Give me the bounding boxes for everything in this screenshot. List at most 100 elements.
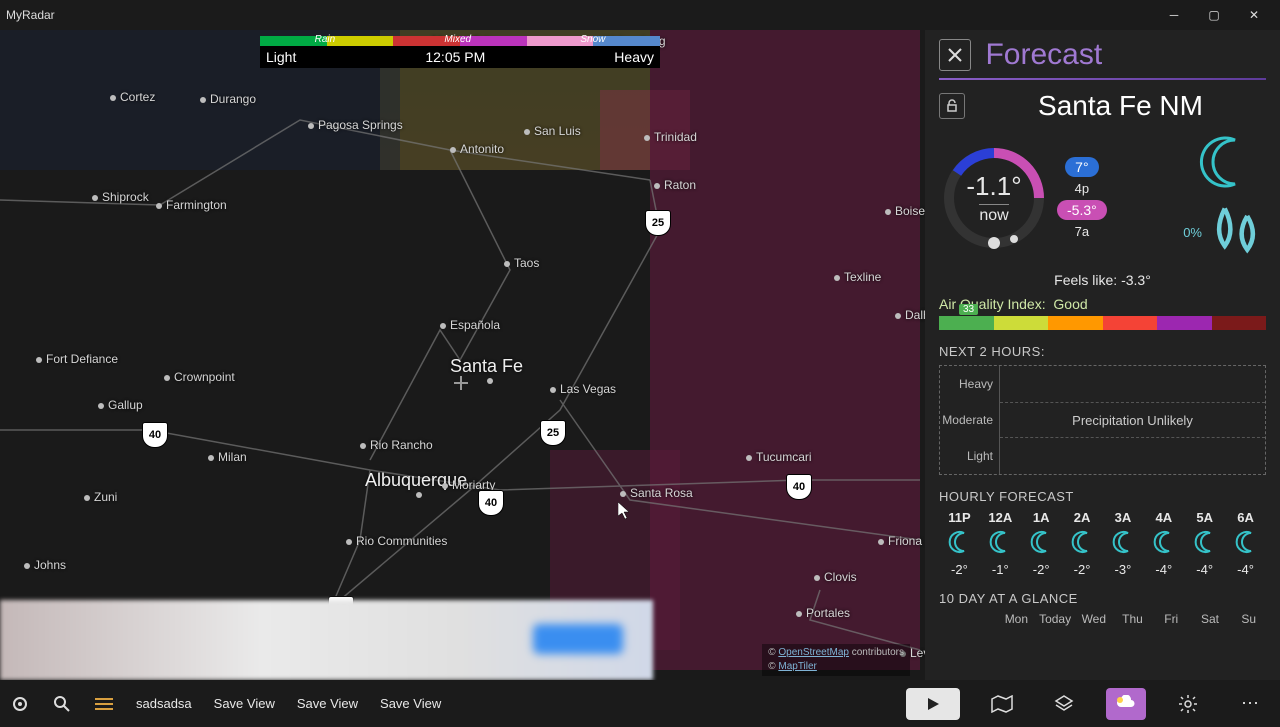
ad-banner[interactable] (0, 600, 653, 680)
city-label: Cortez (110, 90, 155, 104)
tenday-day[interactable]: Thu (1115, 612, 1150, 626)
city-label: Friona (878, 534, 922, 548)
highway-shield: 40 (142, 422, 168, 448)
city-label: Rio Communities (346, 534, 447, 548)
locate-button[interactable] (10, 694, 30, 714)
lo-temp: -5.3° (1057, 200, 1107, 220)
now-label: now (979, 204, 1008, 225)
city-label: San Luis (524, 124, 581, 138)
legend-light: Light (266, 49, 296, 65)
city-label: Milan (208, 450, 247, 464)
highway-shield: 25 (645, 210, 671, 236)
city-label: Shiprock (92, 190, 149, 204)
save-view-3[interactable]: Save View (380, 696, 441, 711)
city-label: Crownpoint (164, 370, 235, 384)
layers-tab[interactable] (1044, 688, 1084, 720)
play-button[interactable] (906, 688, 960, 720)
legend-time: 12:05 PM (425, 49, 485, 65)
aqi-label: Air Quality Index: (939, 296, 1046, 312)
raindrop-icon (1206, 201, 1266, 264)
city-label: Trinidad (644, 130, 697, 144)
highway-shield: 40 (478, 490, 504, 516)
temp-dial: -1.1° now (939, 143, 1049, 253)
hourly-label: Hourly Forecast (939, 489, 1266, 504)
tenday-day[interactable]: Fri (1154, 612, 1189, 626)
current-temp: -1.1° (966, 171, 1021, 202)
city-label: Durango (200, 92, 256, 106)
hi-time: 4p (1075, 181, 1089, 196)
osm-link[interactable]: OpenStreetMap (778, 647, 849, 658)
city-label: Zuni (84, 490, 117, 504)
tenday-day[interactable]: Today (1038, 612, 1073, 626)
save-view-2[interactable]: Save View (297, 696, 358, 711)
search-text[interactable]: sadsadsa (136, 696, 192, 711)
city-label: Tucumcari (746, 450, 812, 464)
city-label: Taos (504, 256, 539, 270)
highway-shield: 40 (786, 474, 812, 500)
tenday-day[interactable]: Sat (1193, 612, 1228, 626)
city-label: Las Vegas (550, 382, 616, 396)
maximize-button[interactable]: ▢ (1194, 0, 1234, 30)
city-label: Santa Fe (450, 356, 523, 377)
city-label: Texline (834, 270, 881, 284)
precip-message: Precipitation Unlikely (1072, 413, 1193, 428)
minimize-button[interactable]: ─ (1154, 0, 1194, 30)
menu-button[interactable] (94, 694, 114, 714)
moon-icon (1183, 132, 1266, 197)
city-label: Santa Rosa (620, 486, 693, 500)
city-label: Gallup (98, 398, 143, 412)
hourly-item[interactable]: 11P-2° (939, 510, 980, 577)
tenday-label: 10 Day at a Glance (939, 591, 1266, 606)
highway-shield: 25 (540, 420, 566, 446)
hourly-item[interactable]: 12A-1° (980, 510, 1021, 577)
hourly-item[interactable]: 1A-2° (1021, 510, 1062, 577)
more-tab[interactable]: ⋯ (1230, 688, 1270, 720)
lock-icon[interactable] (939, 93, 965, 119)
hourly-item[interactable]: 4A-4° (1143, 510, 1184, 577)
precip-percent: 0% (1183, 201, 1266, 264)
tenday-day[interactable]: Su (1231, 612, 1266, 626)
legend-heavy: Heavy (614, 49, 654, 65)
precip-chart: Heavy Moderate Light Precipitation Unlik… (939, 365, 1266, 475)
city-label: Española (440, 318, 500, 332)
tenday-day[interactable]: Wed (1076, 612, 1111, 626)
settings-tab[interactable] (1168, 688, 1208, 720)
location-name: Santa Fe NM (975, 90, 1266, 122)
city-label: Raton (654, 178, 696, 192)
save-view-1[interactable]: Save View (214, 696, 275, 711)
hi-temp: 7° (1065, 157, 1098, 177)
forecast-panel: Forecast Santa Fe NM -1.1° now (925, 30, 1280, 680)
close-window-button[interactable]: ✕ (1234, 0, 1274, 30)
hourly-item[interactable]: 5A-4° (1184, 510, 1225, 577)
aqi-value: Good (1053, 296, 1087, 312)
search-button[interactable] (52, 694, 72, 714)
hourly-item[interactable]: 6A-4° (1225, 510, 1266, 577)
city-label: Johns (24, 558, 66, 572)
hourly-item[interactable]: 2A-2° (1062, 510, 1103, 577)
city-label: Fort Defiance (36, 352, 118, 366)
city-label: Portales (796, 606, 850, 620)
panel-title: Forecast (985, 38, 1102, 72)
city-label: Antonito (450, 142, 504, 156)
city-label: Rio Rancho (360, 438, 433, 452)
map-crosshair-icon (454, 376, 468, 390)
map-tab[interactable] (982, 688, 1022, 720)
tenday-days[interactable]: Mon TodayWed Thu Fri SatSu (939, 612, 1266, 626)
close-panel-button[interactable] (939, 39, 971, 71)
feels-like-label: Feels like: (1054, 272, 1117, 288)
map-attribution: © OpenStreetMap contributors © MapTiler (762, 644, 910, 676)
next-2h-label: Next 2 Hours: (939, 344, 1266, 359)
bottom-toolbar: sadsadsa Save View Save View Save View ⋯ (0, 680, 1280, 727)
feels-like-value: -3.3° (1121, 272, 1151, 288)
city-label: Pagosa Springs (308, 118, 403, 132)
radar-legend: Rain Mixed Snow Light 12:05 PM Heavy (260, 36, 660, 68)
app-title: MyRadar (6, 8, 55, 22)
city-label: Farmington (156, 198, 227, 212)
maptiler-link[interactable]: MapTiler (778, 661, 817, 672)
lo-time: 7a (1075, 224, 1089, 239)
hourly-forecast[interactable]: 11P-2°12A-1°1A-2°2A-2°3A-3°4A-4°5A-4°6A-… (939, 510, 1266, 577)
tenday-day[interactable]: Mon (999, 612, 1034, 626)
hourly-item[interactable]: 3A-3° (1103, 510, 1144, 577)
weather-tab[interactable] (1106, 688, 1146, 720)
city-label: Clovis (814, 570, 857, 584)
